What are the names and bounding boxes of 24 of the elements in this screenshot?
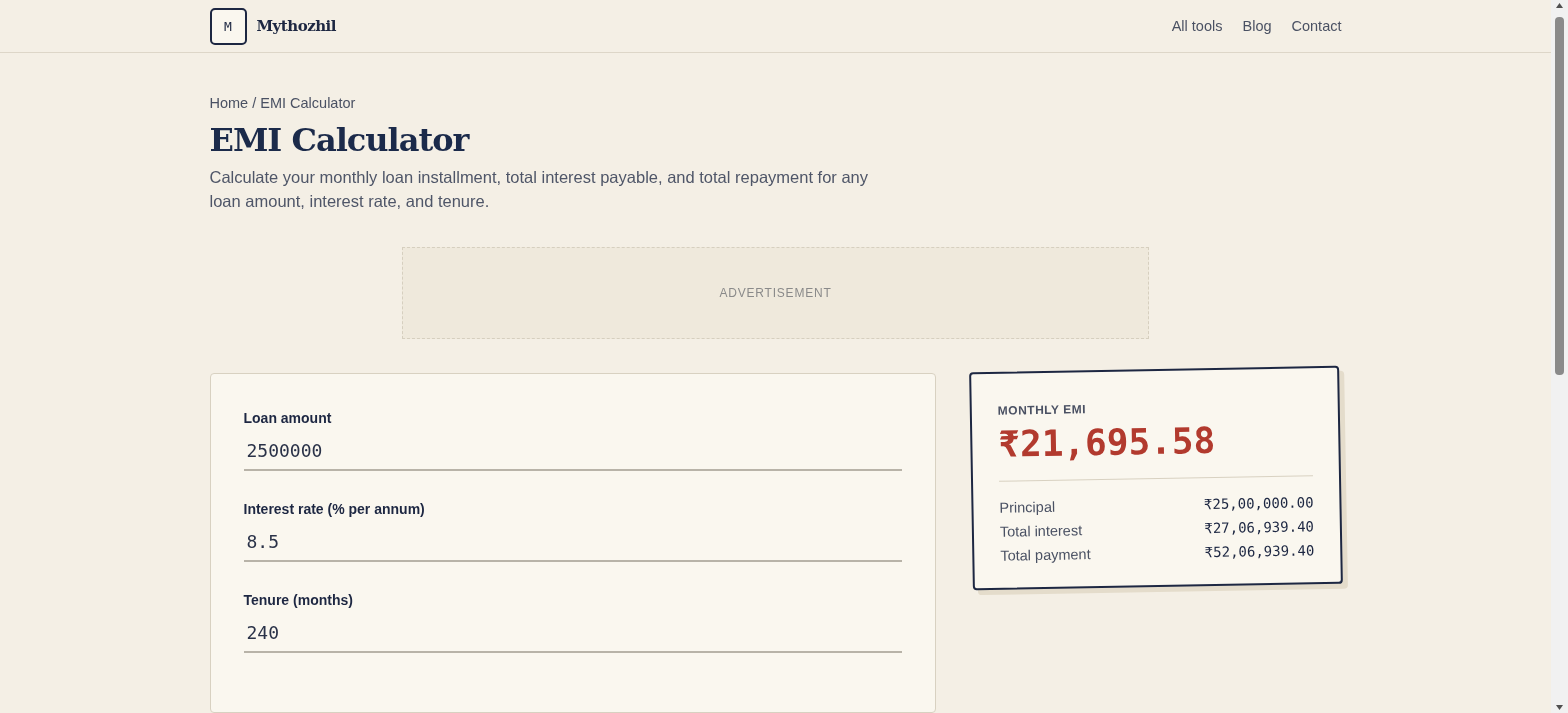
emi-amount: ₹21,695.58 xyxy=(998,418,1314,482)
input-field[interactable]: 2500000 xyxy=(243,438,903,471)
summary-label: Total payment xyxy=(1000,546,1092,564)
field-label: Interest rate (% per annum) xyxy=(243,501,426,517)
summary-label: Principal xyxy=(999,498,1056,516)
input-field[interactable]: 8.5 xyxy=(243,529,903,562)
input-field[interactable]: 240 xyxy=(243,620,903,653)
result-label: MONTHLY EMI xyxy=(998,401,1088,418)
nav-link[interactable]: All tools xyxy=(1171,18,1223,34)
page-title: EMI Calculator xyxy=(209,121,471,159)
summary-value: ₹52,06,939.40 xyxy=(1205,542,1315,561)
brand-name[interactable]: Mythozhil xyxy=(256,17,336,35)
summary-value: ₹25,00,000.00 xyxy=(1204,494,1315,513)
summary-label: Total interest xyxy=(1000,522,1083,540)
page-description: Calculate your monthly loan installment, total interest payable, and total repayment for any loan amount, interest rate, and tenure. xyxy=(209,167,870,212)
nav-link[interactable]: Contact xyxy=(1291,18,1342,34)
scrollbar-drawing[interactable] xyxy=(1551,0,1568,713)
logo-mark[interactable]: M xyxy=(209,7,247,45)
ad-label: ADVERTISEMENT xyxy=(719,286,832,300)
field-label: Tenure (months) xyxy=(243,592,354,608)
nav-link[interactable]: Blog xyxy=(1242,18,1272,34)
summary-value: ₹27,06,939.40 xyxy=(1204,518,1315,537)
field-label: Loan amount xyxy=(243,410,333,426)
breadcrumb: Home / EMI Calculator xyxy=(209,95,357,111)
